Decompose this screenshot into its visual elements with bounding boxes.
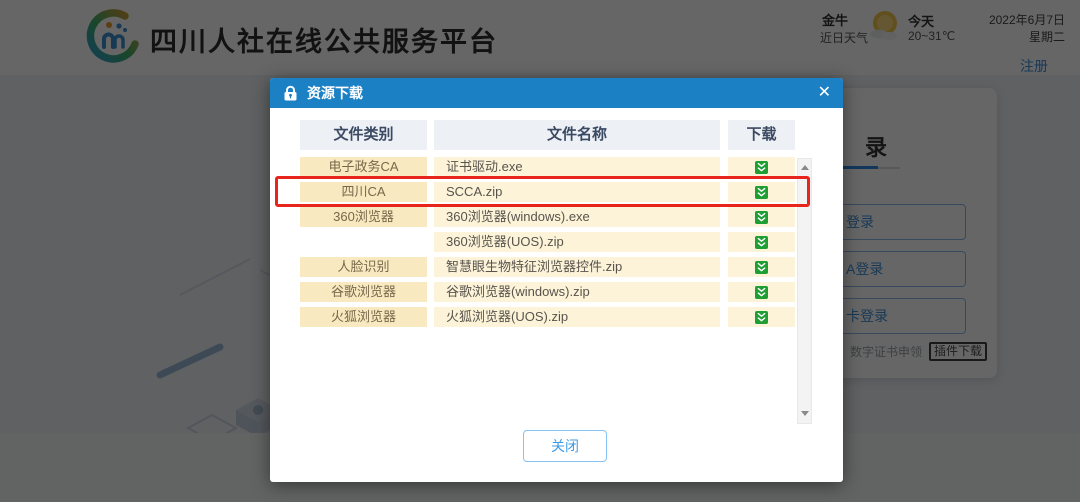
- table-row: 360浏览器 360浏览器(windows).exe: [300, 207, 795, 227]
- download-button[interactable]: [728, 182, 795, 202]
- download-icon: [755, 160, 768, 174]
- close-icon[interactable]: ✕: [818, 78, 831, 108]
- table-row: 电子政务CA 证书驱动.exe: [300, 157, 795, 177]
- lock-icon: [284, 85, 297, 101]
- column-header-category: 文件类别: [300, 120, 427, 150]
- file-name-cell: 智慧眼生物特征浏览器控件.zip: [434, 257, 720, 277]
- download-icon: [755, 285, 768, 299]
- download-table-body: 电子政务CA 证书驱动.exe 四川CA SCCA.zip 360浏览器 360浏览器(w…: [300, 157, 795, 332]
- download-button[interactable]: [728, 232, 795, 252]
- download-table-header: 文件类别 文件名称 下载: [300, 120, 795, 150]
- scrollbar-up-icon[interactable]: [798, 161, 811, 175]
- file-category-cell: [300, 232, 427, 252]
- file-name-cell: 谷歌浏览器(windows).zip: [434, 282, 720, 302]
- table-row: 谷歌浏览器 谷歌浏览器(windows).zip: [300, 282, 795, 302]
- modal-title: 资源下载: [307, 85, 363, 101]
- download-button[interactable]: [728, 207, 795, 227]
- column-header-download: 下载: [728, 120, 795, 150]
- close-button[interactable]: 关闭: [523, 430, 607, 462]
- file-category-cell: 谷歌浏览器: [300, 282, 427, 302]
- download-button[interactable]: [728, 257, 795, 277]
- file-name-cell: 火狐浏览器(UOS).zip: [434, 307, 720, 327]
- scrollbar[interactable]: [797, 158, 812, 424]
- resource-download-modal: 资源下载 ✕ 文件类别 文件名称 下载 电子政务CA 证书驱动.exe 四川CA SC…: [270, 78, 843, 482]
- scrollbar-down-icon[interactable]: [798, 407, 811, 421]
- download-icon: [755, 235, 768, 249]
- file-category-cell: 人脸识别: [300, 257, 427, 277]
- file-category-cell: 电子政务CA: [300, 157, 427, 177]
- table-row: 360浏览器(UOS).zip: [300, 232, 795, 252]
- file-name-cell: 证书驱动.exe: [434, 157, 720, 177]
- download-button[interactable]: [728, 282, 795, 302]
- file-name-cell: 360浏览器(UOS).zip: [434, 232, 720, 252]
- file-category-cell: 360浏览器: [300, 207, 427, 227]
- download-icon: [755, 210, 768, 224]
- modal-header: 资源下载 ✕: [270, 78, 843, 108]
- download-icon: [755, 310, 768, 324]
- table-row: 人脸识别 智慧眼生物特征浏览器控件.zip: [300, 257, 795, 277]
- file-name-cell: 360浏览器(windows).exe: [434, 207, 720, 227]
- download-button[interactable]: [728, 157, 795, 177]
- table-row: 四川CA SCCA.zip: [300, 182, 795, 202]
- file-name-cell: SCCA.zip: [434, 182, 720, 202]
- download-icon: [755, 185, 768, 199]
- download-icon: [755, 260, 768, 274]
- download-button[interactable]: [728, 307, 795, 327]
- column-header-filename: 文件名称: [434, 120, 720, 150]
- file-category-cell: 火狐浏览器: [300, 307, 427, 327]
- file-category-cell: 四川CA: [300, 182, 427, 202]
- table-row: 火狐浏览器 火狐浏览器(UOS).zip: [300, 307, 795, 327]
